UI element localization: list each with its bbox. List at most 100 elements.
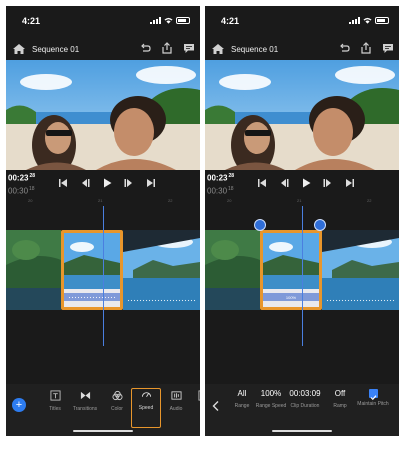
battery-icon: [176, 17, 190, 24]
video-clip-jungle[interactable]: [6, 230, 61, 310]
tool-label: Audio: [169, 406, 183, 412]
maintain-pitch-label: Maintain Pitch: [357, 401, 389, 407]
home-icon[interactable]: [12, 42, 26, 56]
video-clip-boat[interactable]: [322, 230, 399, 310]
maintain-pitch-option[interactable]: Maintain Pitch: [355, 388, 391, 407]
transitions-icon: [80, 391, 90, 400]
timeline-track[interactable]: [6, 206, 200, 381]
ramp-value: Off: [334, 389, 346, 398]
range-speed-label: Range Speed: [255, 403, 287, 409]
color-icon: [111, 390, 123, 401]
home-indicator[interactable]: [73, 430, 133, 432]
wifi-icon: [363, 17, 372, 24]
status-time: 4:21: [22, 16, 41, 26]
tool-label: Color: [111, 406, 123, 412]
add-media-button[interactable]: +: [12, 398, 26, 412]
step-forward-icon[interactable]: [321, 176, 335, 190]
feedback-icon[interactable]: [381, 41, 395, 55]
home-indicator[interactable]: [272, 430, 332, 432]
color-button[interactable]: Color: [104, 390, 130, 412]
current-time: 00:23: [207, 173, 228, 183]
transitions-button[interactable]: Transitions: [72, 390, 98, 412]
audio-icon: [170, 391, 182, 400]
timeline-ruler: 20 21 22: [6, 196, 200, 206]
ruler-tick: 21: [98, 198, 103, 203]
wifi-icon: [164, 17, 173, 24]
ruler-tick: 22: [367, 198, 372, 203]
share-icon[interactable]: [160, 41, 174, 55]
clip-duration-option[interactable]: 00:03:09 Clip Duration: [287, 388, 323, 409]
playback-controls: [56, 176, 158, 190]
sequence-title[interactable]: Sequence 01: [231, 45, 278, 54]
skip-to-start-icon[interactable]: [56, 176, 70, 190]
maintain-pitch-checkbox[interactable]: [368, 389, 378, 401]
ramp-option[interactable]: Off Ramp: [322, 388, 358, 409]
video-frame-image: [6, 60, 200, 170]
clip-speed-label: 100%: [285, 295, 297, 300]
timecode-display: 00:2328 00:3018: [8, 171, 35, 196]
home-icon[interactable]: [211, 42, 225, 56]
playback-controls: [255, 176, 357, 190]
tool-label: Titles: [49, 406, 61, 412]
step-back-icon[interactable]: [277, 176, 291, 190]
duration-time: 00:30: [8, 186, 29, 196]
speed-button[interactable]: Speed: [131, 388, 161, 428]
editor-screen-right: 4:21 Sequence 01 00:2328 00:3018 20 21 2…: [205, 6, 399, 436]
editor-screen-left: 4:21 Sequence 01 00:2328 00:3018 20 21 2…: [6, 6, 200, 436]
battery-icon: [375, 17, 389, 24]
status-icons: [150, 17, 190, 24]
video-clip-boat[interactable]: [123, 230, 200, 310]
timeline-track[interactable]: 100%: [205, 206, 399, 381]
signal-icon: [349, 17, 360, 24]
video-clip-selected[interactable]: 100%: [260, 230, 322, 310]
play-icon[interactable]: [100, 176, 114, 190]
status-bar: 4:21: [205, 6, 399, 34]
audio-button[interactable]: Audio: [163, 390, 189, 412]
playhead[interactable]: [302, 206, 303, 346]
current-time: 00:23: [8, 173, 29, 183]
video-preview[interactable]: [6, 60, 200, 170]
ruler-tick: 20: [28, 198, 33, 203]
tool-label: Transitions: [72, 406, 98, 412]
skip-to-end-icon[interactable]: [144, 176, 158, 190]
range-start-handle[interactable]: [254, 219, 266, 231]
text-icon: [197, 390, 200, 401]
skip-to-start-icon[interactable]: [255, 176, 269, 190]
feedback-icon[interactable]: [182, 41, 196, 55]
step-forward-icon[interactable]: [122, 176, 136, 190]
range-speed-value: 100%: [260, 389, 282, 398]
text-button[interactable]: Ti: [190, 390, 200, 412]
undo-icon[interactable]: [337, 41, 351, 55]
step-back-icon[interactable]: [78, 176, 92, 190]
undo-icon[interactable]: [138, 41, 152, 55]
titles-button[interactable]: Titles: [42, 390, 68, 412]
current-frame: 28: [29, 173, 36, 179]
share-icon[interactable]: [359, 41, 373, 55]
video-clip-jungle[interactable]: [205, 230, 260, 310]
status-icons: [349, 17, 389, 24]
skip-to-end-icon[interactable]: [343, 176, 357, 190]
timeline-ruler: 20 21 22: [205, 196, 399, 206]
play-icon[interactable]: [299, 176, 313, 190]
video-clip-selected[interactable]: [61, 230, 123, 310]
bottom-toolbar: + Titles Transitions Color Speed Audio T…: [6, 384, 200, 436]
titles-icon: [49, 390, 61, 401]
clip-duration-value: 00:03:09: [289, 389, 321, 398]
video-frame-image: [205, 60, 399, 170]
status-time: 4:21: [221, 16, 240, 26]
video-preview[interactable]: [205, 60, 399, 170]
clip-duration-label: Clip Duration: [290, 403, 320, 409]
duration-time: 00:30: [207, 186, 228, 196]
speed-icon: [141, 392, 151, 398]
range-speed-option[interactable]: 100% Range Speed: [253, 388, 289, 409]
duration-frame: 18: [29, 185, 35, 192]
range-end-handle[interactable]: [314, 219, 326, 231]
tool-label: Ti: [190, 406, 200, 412]
signal-icon: [150, 17, 161, 24]
sequence-title[interactable]: Sequence 01: [32, 45, 79, 54]
back-chevron-icon[interactable]: [211, 400, 221, 412]
duration-frame: 18: [228, 185, 234, 192]
playhead[interactable]: [103, 206, 104, 346]
ruler-tick: 20: [227, 198, 232, 203]
ruler-tick: 22: [168, 198, 173, 203]
